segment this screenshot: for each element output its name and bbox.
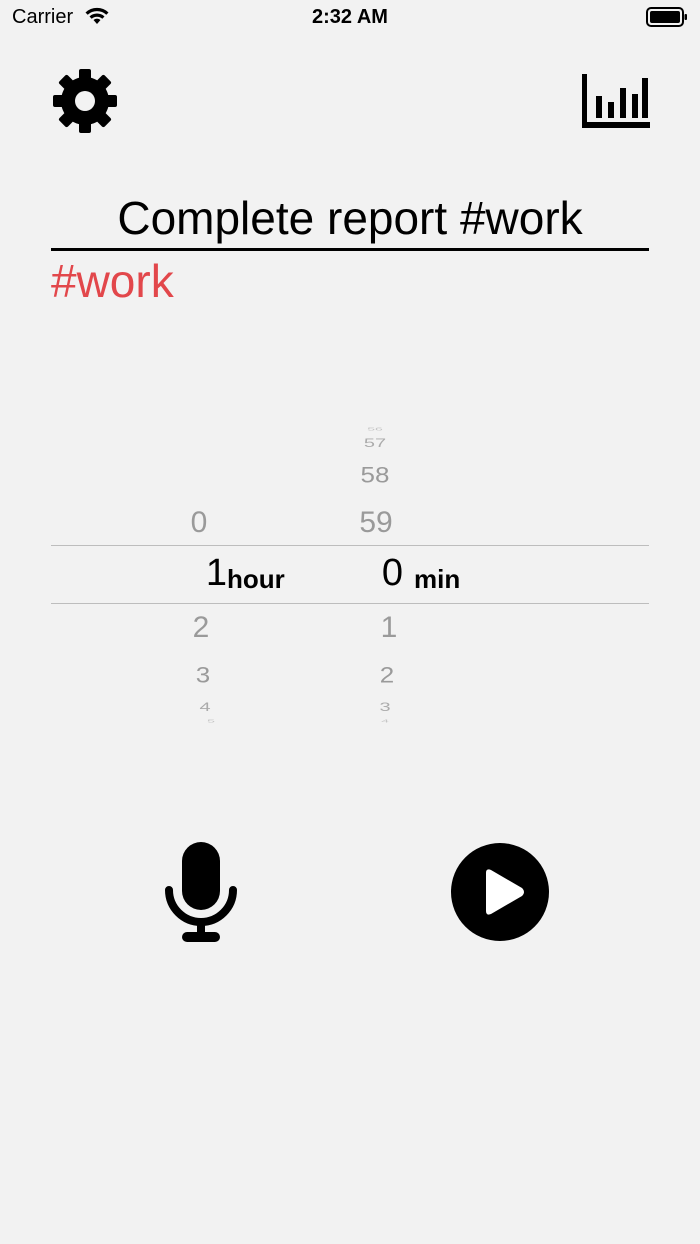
hour-option[interactable]: 3: [183, 662, 223, 688]
battery-icon: [646, 7, 687, 27]
hour-option[interactable]: 2: [181, 611, 221, 645]
hour-option[interactable]: 5: [191, 719, 231, 724]
settings-button[interactable]: [50, 66, 120, 136]
minute-option[interactable]: 3: [365, 701, 405, 715]
selection-top-line: [51, 545, 649, 546]
minute-option[interactable]: 4: [365, 719, 405, 724]
hour-option[interactable]: 4: [185, 701, 225, 715]
duration-picker[interactable]: 0 1 hour 2 3 4 5 56 57 58 59 0 min 1 2 3…: [51, 420, 649, 725]
start-timer-button[interactable]: [450, 842, 550, 942]
status-bar: Carrier 2:32 AM: [0, 0, 700, 36]
play-circle-icon: [451, 843, 549, 941]
gear-icon: [53, 69, 117, 133]
hour-selected[interactable]: 1: [187, 552, 227, 595]
minute-option[interactable]: 58: [353, 462, 397, 488]
selection-bottom-line: [51, 603, 649, 604]
minute-option[interactable]: 2: [367, 662, 407, 688]
stats-button[interactable]: [580, 72, 652, 130]
minute-option[interactable]: 56: [353, 427, 397, 432]
minute-option[interactable]: 59: [351, 506, 401, 540]
minute-option[interactable]: 57: [353, 437, 397, 451]
minute-unit-label: min: [414, 564, 461, 594]
bar-chart-icon: [582, 74, 650, 128]
tag-label[interactable]: #work: [51, 254, 174, 308]
status-time: 2:32 AM: [312, 6, 388, 28]
task-input[interactable]: Complete report #work: [51, 190, 649, 251]
microphone-icon: [165, 842, 237, 942]
minute-option[interactable]: 1: [369, 611, 409, 645]
hour-unit-label: hour: [227, 564, 285, 594]
minute-selected[interactable]: 0: [361, 552, 403, 595]
voice-input-button[interactable]: [162, 840, 240, 945]
hour-option[interactable]: 0: [179, 506, 219, 540]
